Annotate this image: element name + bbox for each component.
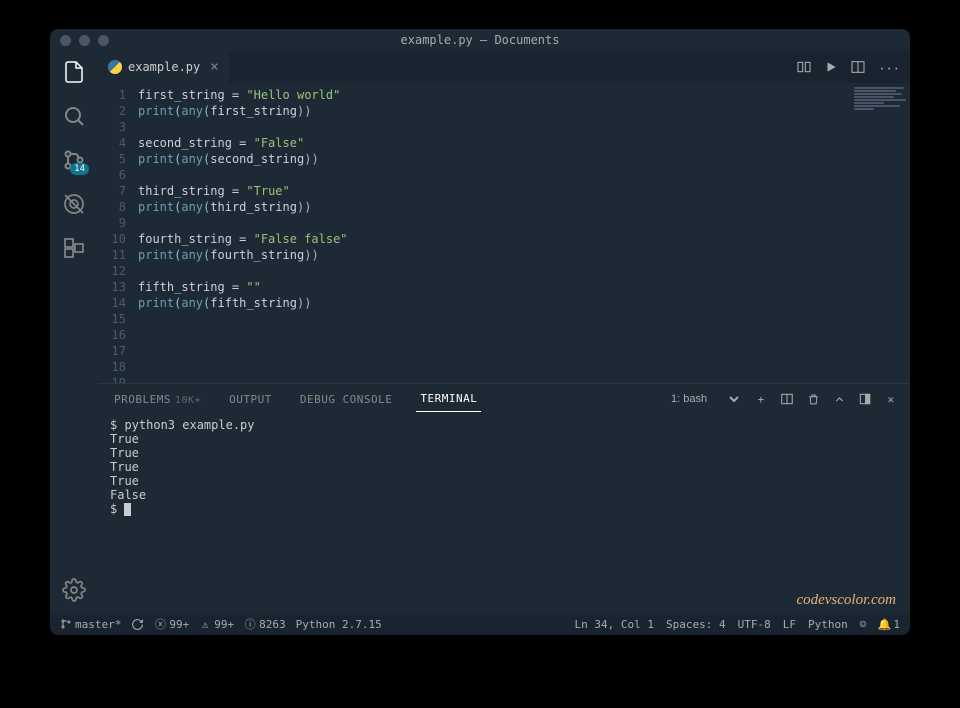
- line-gutter: 1234567891011121314151617181920: [98, 83, 138, 383]
- branch-icon: [60, 618, 72, 630]
- indentation-status[interactable]: Spaces: 4: [666, 618, 726, 631]
- error-icon: ⓧ: [154, 618, 166, 630]
- watermark: codevscolor.com: [796, 592, 896, 609]
- extensions-icon[interactable]: [61, 235, 87, 261]
- warning-icon: ⚠: [199, 618, 211, 630]
- activity-bar: 14: [50, 51, 98, 613]
- tab-example-py[interactable]: example.py ×: [98, 51, 229, 83]
- run-icon[interactable]: [824, 60, 838, 77]
- python-version-status[interactable]: Python 2.7.15: [296, 618, 382, 631]
- minimize-window-button[interactable]: [79, 35, 90, 46]
- editor-top-actions: ···: [796, 59, 900, 78]
- maximize-panel-icon[interactable]: [858, 392, 872, 406]
- window-title: example.py — Documents: [401, 33, 560, 47]
- notifications-status[interactable]: 🔔1: [878, 618, 900, 631]
- debug-console-tab[interactable]: DEBUG CONSOLE: [296, 387, 397, 412]
- maximize-window-button[interactable]: [98, 35, 109, 46]
- errors-status[interactable]: ⓧ99+: [154, 618, 189, 631]
- close-window-button[interactable]: [60, 35, 71, 46]
- more-actions-icon[interactable]: ···: [878, 62, 900, 76]
- close-panel-icon[interactable]: ✕: [884, 392, 898, 406]
- terminal-selector[interactable]: 1: bash: [667, 392, 742, 406]
- search-icon[interactable]: [61, 103, 87, 129]
- problems-tab[interactable]: PROBLEMS10K+: [110, 387, 205, 412]
- minimap[interactable]: [850, 83, 910, 143]
- encoding-status[interactable]: UTF-8: [738, 618, 771, 631]
- python-file-icon: [108, 60, 122, 74]
- scm-badge: 14: [70, 163, 89, 175]
- main-area: 14 example.py ×: [50, 51, 910, 613]
- kill-terminal-icon[interactable]: [806, 392, 820, 406]
- tab-bar: example.py ×: [98, 51, 910, 83]
- open-changes-icon[interactable]: [796, 59, 812, 78]
- code-area[interactable]: first_string = "Hello world"print(any(fi…: [138, 83, 910, 383]
- panel-actions: 1: bash + ✕: [667, 392, 898, 406]
- warnings-status[interactable]: ⚠99+: [199, 618, 234, 631]
- debug-icon[interactable]: [61, 191, 87, 217]
- git-branch-status[interactable]: master*: [60, 618, 121, 631]
- vscode-window: example.py — Documents 14: [50, 29, 910, 635]
- problems-count: 10K+: [175, 395, 201, 406]
- bottom-panel: PROBLEMS10K+ OUTPUT DEBUG CONSOLE TERMIN…: [98, 383, 910, 613]
- language-mode-status[interactable]: Python: [808, 618, 848, 631]
- bell-icon: 🔔: [878, 618, 890, 630]
- split-terminal-icon[interactable]: [780, 392, 794, 406]
- info-icon: ⓘ: [244, 618, 256, 630]
- panel-tabs: PROBLEMS10K+ OUTPUT DEBUG CONSOLE TERMIN…: [98, 384, 910, 414]
- editor-content: example.py × ··· 12345678910111213141516…: [98, 51, 910, 613]
- split-editor-icon[interactable]: [850, 59, 866, 78]
- settings-icon[interactable]: [61, 577, 87, 603]
- output-tab[interactable]: OUTPUT: [225, 387, 276, 412]
- close-tab-icon[interactable]: ×: [210, 59, 218, 75]
- collapse-panel-icon[interactable]: [832, 392, 846, 406]
- feedback-icon[interactable]: ☺: [860, 618, 867, 631]
- source-control-icon[interactable]: 14: [61, 147, 87, 173]
- sync-icon[interactable]: [131, 618, 144, 631]
- explorer-icon[interactable]: [61, 59, 87, 85]
- status-bar: master* ⓧ99+ ⚠99+ ⓘ8263 Python 2.7.15 Ln…: [50, 613, 910, 635]
- eol-status[interactable]: LF: [783, 618, 796, 631]
- terminal-tab[interactable]: TERMINAL: [416, 386, 481, 412]
- code-editor[interactable]: 1234567891011121314151617181920 first_st…: [98, 83, 910, 383]
- new-terminal-icon[interactable]: +: [754, 392, 768, 406]
- terminal-output[interactable]: $ python3 example.pyTrueTrueTrueTrueFals…: [98, 414, 910, 613]
- title-bar: example.py — Documents: [50, 29, 910, 51]
- traffic-lights: [60, 35, 109, 46]
- cursor-position-status[interactable]: Ln 34, Col 1: [575, 618, 654, 631]
- tab-label: example.py: [128, 60, 200, 74]
- info-status[interactable]: ⓘ8263: [244, 618, 286, 631]
